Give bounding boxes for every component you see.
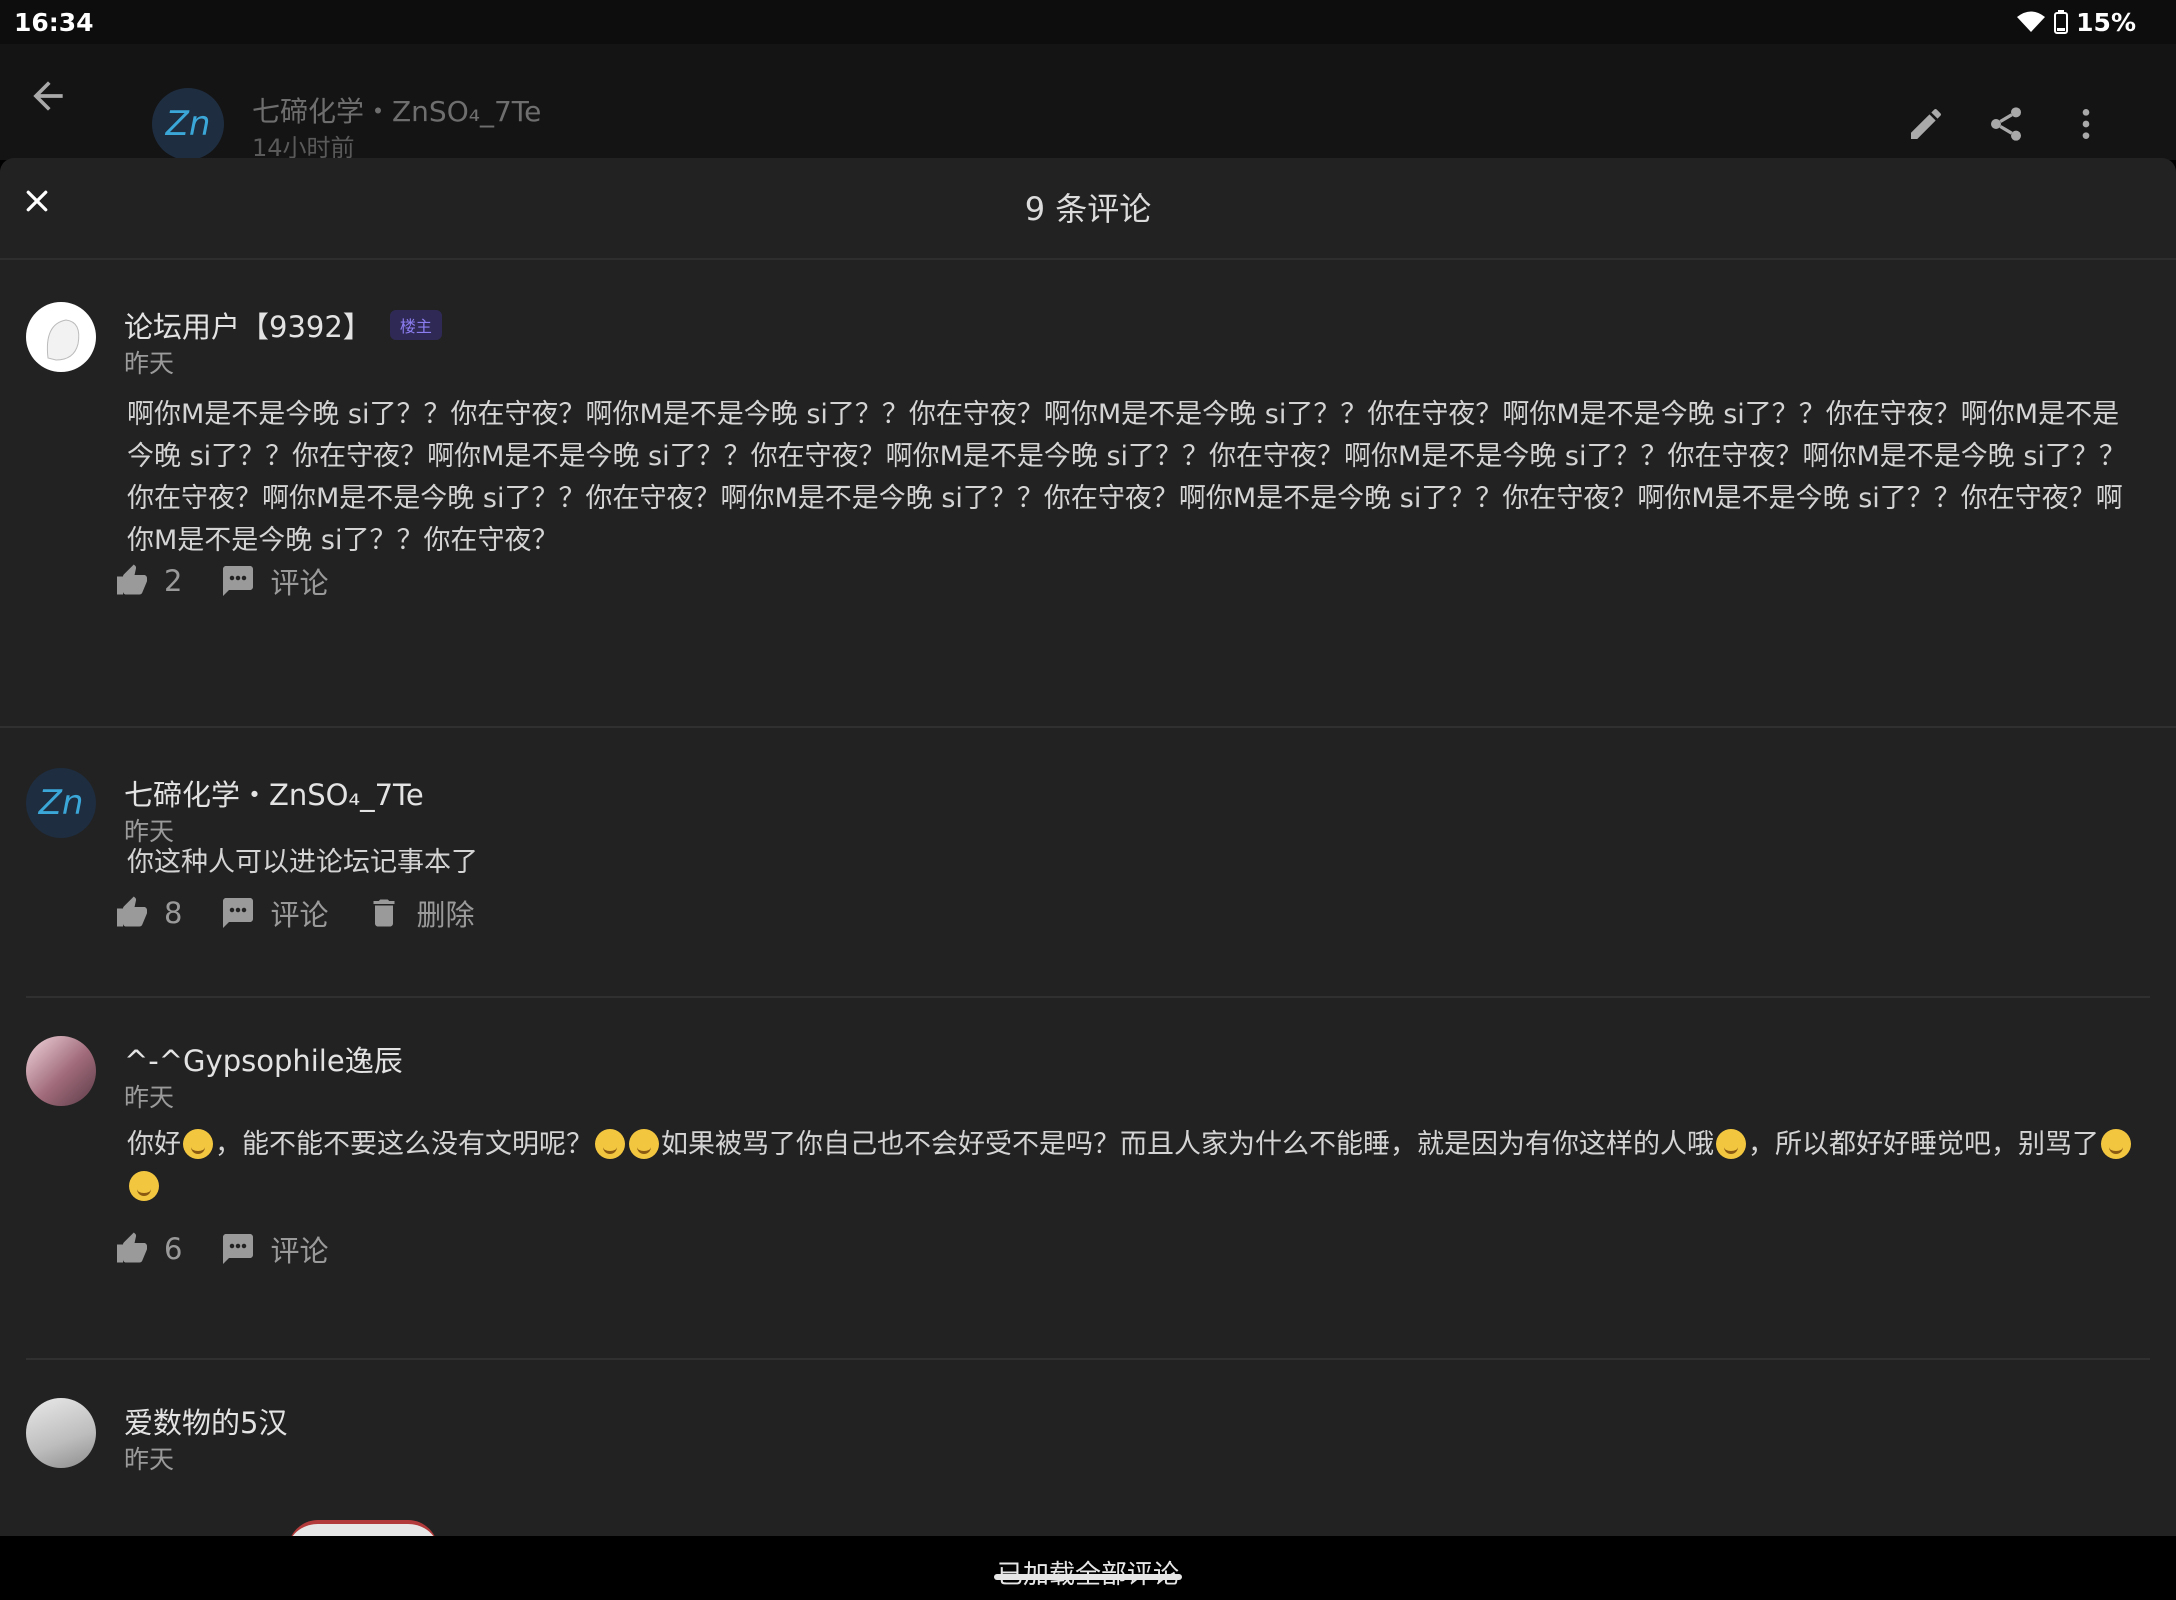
comments-sheet: 9 条评论 论坛用户【9392】 楼主 昨天 啊你M是不是今晚 si了？？你在守… xyxy=(0,158,2176,1536)
like-button[interactable]: 6 xyxy=(114,1231,182,1267)
reply-label: 评论 xyxy=(270,566,329,600)
smiling-emoji-icon xyxy=(629,1129,659,1159)
comment-author[interactable]: 七碲化学・ZnSO₄_7Te xyxy=(124,772,424,814)
comment-body: 你好 ，能不能不要这么没有文明呢？ 如果被骂了你自己也不会好受不是吗？而且人家为什么… xyxy=(127,1124,2136,1208)
comment-author[interactable]: 爱数物的5汉 xyxy=(124,1400,287,1442)
status-icons: 15% xyxy=(2016,8,2136,37)
delete-button[interactable]: 删除 xyxy=(366,892,474,934)
bottom-bar: 已加载全部评论 xyxy=(0,1536,2176,1600)
op-badge: 楼主 xyxy=(389,310,442,340)
reply-label: 评论 xyxy=(270,1234,329,1268)
avatar[interactable] xyxy=(26,1398,96,1468)
reply-button[interactable]: 评论 xyxy=(220,560,328,602)
status-time: 16:34 xyxy=(14,7,94,37)
comment-author[interactable]: ^-^Gypsophile逸辰 xyxy=(124,1038,403,1080)
battery-icon xyxy=(2054,10,2069,34)
comment-actions: 2 评论 xyxy=(114,560,366,602)
comment-author[interactable]: 论坛用户【9392】 楼主 xyxy=(124,304,442,346)
comment-icon xyxy=(223,566,254,596)
gesture-handle[interactable] xyxy=(994,1574,1182,1580)
delete-label: 删除 xyxy=(416,898,475,932)
comment-icon xyxy=(223,1234,254,1264)
slight-smile-emoji-icon xyxy=(1716,1129,1746,1159)
smiling-emoji-icon xyxy=(183,1129,213,1159)
sheet-header: 9 条评论 xyxy=(0,158,2176,260)
app-bar: Zn 七碲化学・ZnSO₄_7Te 14小时前 xyxy=(0,44,2176,202)
comment-icon xyxy=(223,898,254,928)
comment-actions: 8 评论 删除 xyxy=(114,892,512,934)
like-count: 2 xyxy=(164,564,183,598)
comment-time: 昨天 xyxy=(124,349,175,378)
like-button[interactable]: 8 xyxy=(114,895,182,931)
comment-item: ^-^Gypsophile逸辰 昨天 你好 ，能不能不要这么没有文明呢？ 如果被骂了… xyxy=(0,998,2176,1360)
thumb-up-icon xyxy=(117,1232,147,1263)
post-author-name: 七碲化学・ZnSO₄_7Te xyxy=(252,95,542,128)
reply-button[interactable]: 评论 xyxy=(220,1228,328,1270)
smiling-emoji-icon xyxy=(129,1171,159,1201)
smiling-emoji-icon xyxy=(595,1129,625,1159)
reply-button[interactable]: 评论 xyxy=(220,892,328,934)
comment-time: 昨天 xyxy=(124,1445,175,1474)
app-bar-actions xyxy=(1906,104,2106,144)
like-count: 8 xyxy=(164,896,183,930)
pencil-icon[interactable] xyxy=(1906,104,1946,144)
comment-body: 你这种人可以进论坛记事本了 xyxy=(127,847,478,878)
comment-time: 昨天 xyxy=(124,1083,175,1112)
like-count: 6 xyxy=(164,1232,183,1266)
comment-body: 啊你M是不是今晚 si了？？你在守夜？啊你M是不是今晚 si了？？你在守夜？啊你… xyxy=(127,399,2126,556)
thumb-up-icon xyxy=(117,896,147,927)
thumb-up-icon xyxy=(117,564,147,595)
more-vert-icon[interactable] xyxy=(2066,104,2106,144)
smiling-emoji-icon xyxy=(2101,1129,2131,1159)
comment-actions: 6 评论 xyxy=(114,1228,366,1270)
like-button[interactable]: 2 xyxy=(114,563,182,599)
wifi-icon xyxy=(2017,11,2046,32)
author-avatar[interactable]: Zn xyxy=(152,88,224,160)
avatar[interactable] xyxy=(26,302,96,372)
comment-item: Zn 七碲化学・ZnSO₄_7Te 昨天 你这种人可以进论坛记事本了 8 评论 … xyxy=(0,728,2176,998)
avatar[interactable]: Zn xyxy=(26,768,96,838)
arrow-back-icon[interactable] xyxy=(26,74,70,118)
status-bar: 16:34 15% xyxy=(0,0,2176,44)
avatar[interactable] xyxy=(26,1036,96,1106)
comment-count-title: 9 条评论 xyxy=(1024,190,1152,228)
reply-label: 评论 xyxy=(270,898,329,932)
trash-icon xyxy=(373,899,395,927)
share-icon[interactable] xyxy=(1986,104,2026,144)
comment-item: 爱数物的5汉 昨天 xyxy=(0,1360,2176,1536)
battery-level: 15% xyxy=(2076,7,2136,37)
